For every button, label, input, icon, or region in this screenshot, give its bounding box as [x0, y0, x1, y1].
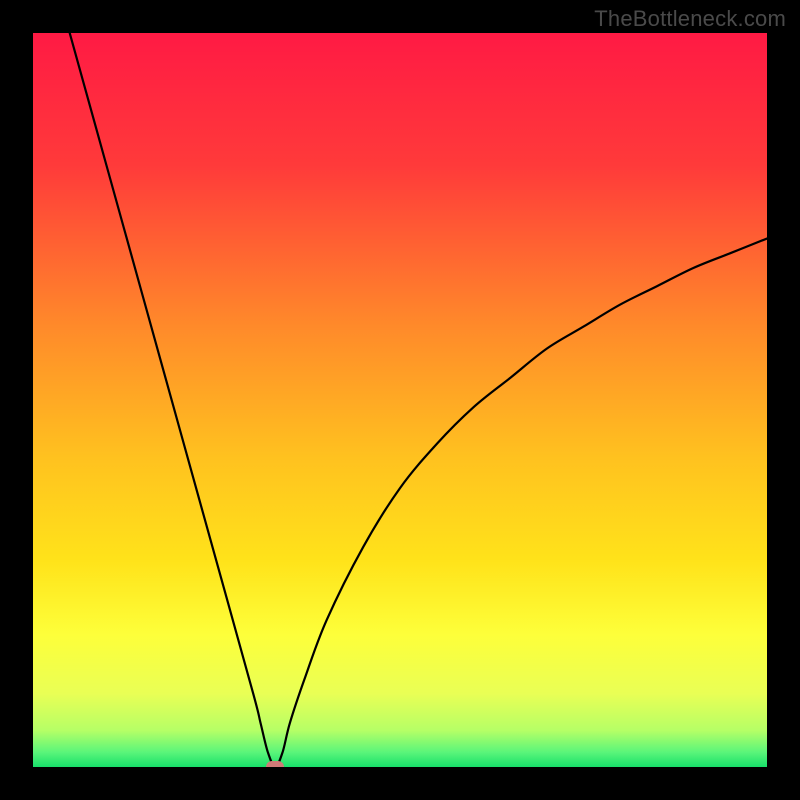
plot-area: [33, 33, 767, 767]
chart-frame: TheBottleneck.com: [0, 0, 800, 800]
bottleneck-curve: [33, 33, 767, 767]
watermark-text: TheBottleneck.com: [594, 6, 786, 32]
optimal-point-marker: [266, 761, 284, 767]
